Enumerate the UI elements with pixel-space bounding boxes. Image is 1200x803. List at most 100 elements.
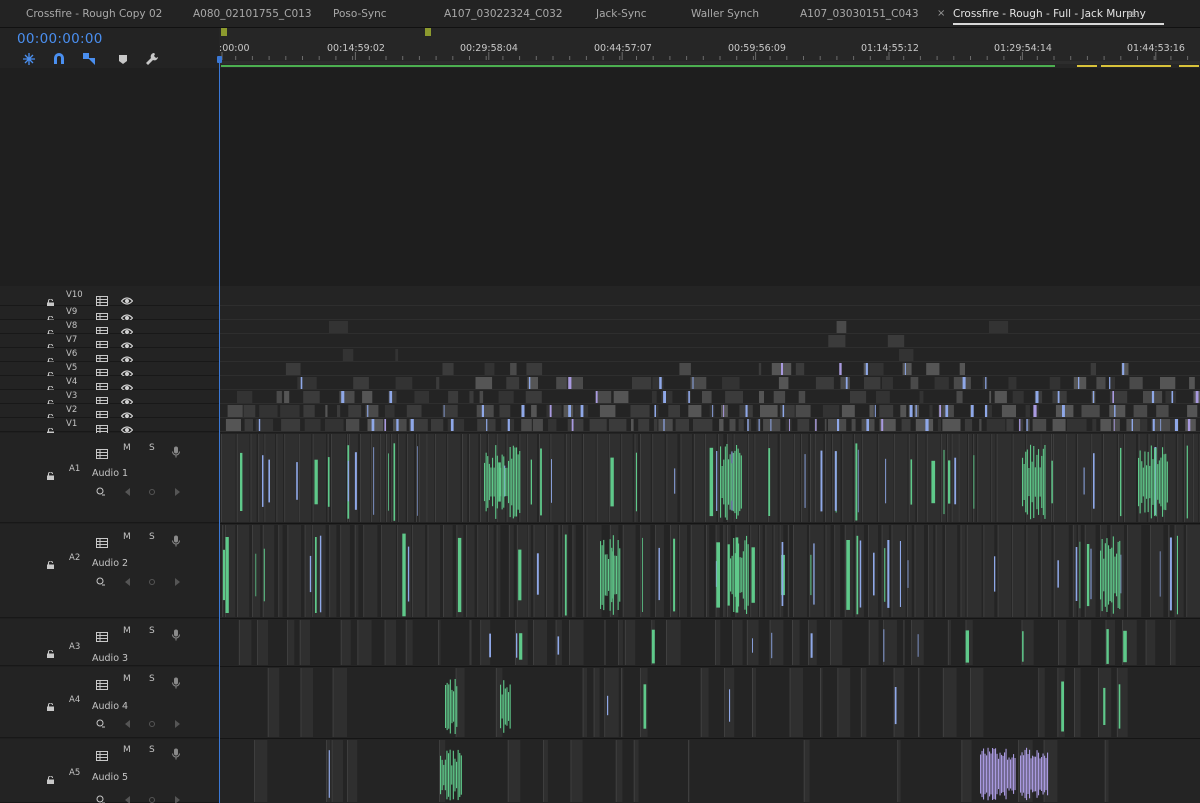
tab-7[interactable]: Crossfire - Rough - Full - Jack Murphy <box>953 0 1164 28</box>
toggle-visibility-eye-icon[interactable] <box>120 350 134 364</box>
solo-button[interactable]: S <box>149 532 155 542</box>
video-track-header-v9[interactable]: V9 <box>0 306 219 324</box>
track-lock-icon[interactable] <box>46 696 55 711</box>
toggle-sync-lock-icon[interactable] <box>96 392 108 407</box>
playhead-handle[interactable] <box>217 56 222 63</box>
toggle-sync-lock-icon[interactable] <box>96 322 108 337</box>
toggle-sync-lock-icon[interactable] <box>96 675 108 690</box>
toggle-sync-lock-icon[interactable] <box>96 444 108 459</box>
previous-keyframe-icon[interactable] <box>123 487 133 497</box>
audio-track-header-a2[interactable]: A2 Audio 2 M S <box>0 524 219 618</box>
toggle-visibility-eye-icon[interactable] <box>120 378 134 392</box>
mute-button[interactable]: M <box>123 674 131 684</box>
nest-icon[interactable] <box>22 52 36 66</box>
track-lock-icon[interactable] <box>46 351 55 366</box>
voice-over-record-icon[interactable] <box>170 532 182 547</box>
previous-keyframe-icon[interactable] <box>123 719 133 729</box>
track-name[interactable]: Audio 2 <box>92 558 128 569</box>
tab-5[interactable]: Waller Synch <box>691 0 759 28</box>
snap-magnet-icon[interactable] <box>52 52 66 66</box>
voice-over-record-icon[interactable] <box>170 626 182 641</box>
tab-1[interactable]: A080_02101755_C013 <box>193 0 312 28</box>
timeline-clip-canvas[interactable]: L <box>220 68 1200 803</box>
linked-selection-icon[interactable] <box>82 52 96 66</box>
mute-button[interactable]: M <box>123 626 131 636</box>
timeline-tracks[interactable]: L <box>220 68 1200 803</box>
toggle-sync-lock-icon[interactable] <box>96 350 108 365</box>
track-name[interactable]: Audio 4 <box>92 701 128 712</box>
track-lock-icon[interactable] <box>46 292 55 307</box>
add-keyframe-icon[interactable] <box>147 795 157 803</box>
track-lock-icon[interactable] <box>46 337 55 352</box>
add-marker-icon[interactable] <box>116 52 130 66</box>
toggle-visibility-eye-icon[interactable] <box>120 392 134 406</box>
video-track-header-v5[interactable]: V5 <box>0 362 219 380</box>
track-lock-icon[interactable] <box>46 643 55 658</box>
audio-track-header-a3[interactable]: A3 Audio 3 M S <box>0 619 219 666</box>
previous-keyframe-icon[interactable] <box>123 795 133 803</box>
track-lock-icon[interactable] <box>46 421 55 436</box>
toggle-sync-lock-icon[interactable] <box>96 627 108 642</box>
mute-button[interactable]: M <box>123 532 131 542</box>
toggle-sync-lock-icon[interactable] <box>96 406 108 421</box>
tab-0[interactable]: Crossfire - Rough Copy 02 <box>26 0 162 28</box>
audio-track-header-a4[interactable]: A4 Audio 4 M S <box>0 667 219 738</box>
toggle-sync-lock-icon[interactable] <box>96 308 108 323</box>
track-lock-icon[interactable] <box>46 769 55 784</box>
toggle-sync-lock-icon[interactable] <box>96 291 108 306</box>
solo-button[interactable]: S <box>149 626 155 636</box>
keyframe-toggle-icon[interactable] <box>96 577 106 587</box>
toggle-sync-lock-icon[interactable] <box>96 420 108 435</box>
toggle-sync-lock-icon[interactable] <box>96 378 108 393</box>
solo-button[interactable]: S <box>149 443 155 453</box>
toggle-sync-lock-icon[interactable] <box>96 533 108 548</box>
track-name[interactable]: Audio 3 <box>92 653 128 664</box>
video-track-header-v2[interactable]: V2 <box>0 404 219 422</box>
track-lock-icon[interactable] <box>46 365 55 380</box>
toggle-visibility-eye-icon[interactable] <box>120 406 134 420</box>
add-keyframe-icon[interactable] <box>147 487 157 497</box>
keyframe-toggle-icon[interactable] <box>96 795 106 803</box>
keyframe-toggle-icon[interactable] <box>96 487 106 497</box>
video-track-header-v3[interactable]: V3 <box>0 390 219 408</box>
tab-3[interactable]: A107_03022324_C032 <box>444 0 563 28</box>
tab-6[interactable]: A107_03030151_C043 <box>800 0 919 28</box>
video-track-header-v7[interactable]: V7 <box>0 334 219 352</box>
panel-menu-icon[interactable]: ≡ <box>1127 0 1137 28</box>
video-track-header-v1[interactable]: V1 <box>0 418 219 436</box>
track-lock-icon[interactable] <box>46 465 55 480</box>
toggle-sync-lock-icon[interactable] <box>96 364 108 379</box>
track-lock-icon[interactable] <box>46 323 55 338</box>
tab-2[interactable]: Poso-Sync <box>333 0 387 28</box>
previous-keyframe-icon[interactable] <box>123 577 133 587</box>
add-keyframe-icon[interactable] <box>147 719 157 729</box>
solo-button[interactable]: S <box>149 674 155 684</box>
toggle-visibility-eye-icon[interactable] <box>120 364 134 378</box>
video-track-header-v6[interactable]: V6 <box>0 348 219 366</box>
solo-button[interactable]: S <box>149 745 155 755</box>
next-keyframe-icon[interactable] <box>172 795 182 803</box>
next-keyframe-icon[interactable] <box>172 487 182 497</box>
toggle-visibility-eye-icon[interactable] <box>120 336 134 350</box>
tab-close-icon[interactable]: × <box>937 0 945 28</box>
tab-4[interactable]: Jack-Sync <box>596 0 646 28</box>
playhead-line[interactable] <box>219 56 220 803</box>
keyframe-toggle-icon[interactable] <box>96 719 106 729</box>
next-keyframe-icon[interactable] <box>172 719 182 729</box>
audio-track-header-a5[interactable]: A5 Audio 5 M S <box>0 739 219 803</box>
voice-over-record-icon[interactable] <box>170 674 182 689</box>
next-keyframe-icon[interactable] <box>172 577 182 587</box>
track-name[interactable]: Audio 1 <box>92 468 128 479</box>
track-name[interactable]: Audio 5 <box>92 772 128 783</box>
track-lock-icon[interactable] <box>46 393 55 408</box>
toggle-visibility-eye-icon[interactable] <box>120 420 134 434</box>
toggle-sync-lock-icon[interactable] <box>96 746 108 761</box>
video-track-header-v8[interactable]: V8 <box>0 320 219 338</box>
voice-over-record-icon[interactable] <box>170 443 182 458</box>
mute-button[interactable]: M <box>123 443 131 453</box>
time-ruler[interactable]: :00:00 00:14:59:02 00:29:58:04 00:44:57:07 0… <box>219 28 1200 68</box>
add-keyframe-icon[interactable] <box>147 577 157 587</box>
toggle-visibility-eye-icon[interactable] <box>120 322 134 336</box>
video-track-header-v4[interactable]: V4 <box>0 376 219 394</box>
audio-track-header-a1[interactable]: A1 Audio 1 M S <box>0 433 219 523</box>
